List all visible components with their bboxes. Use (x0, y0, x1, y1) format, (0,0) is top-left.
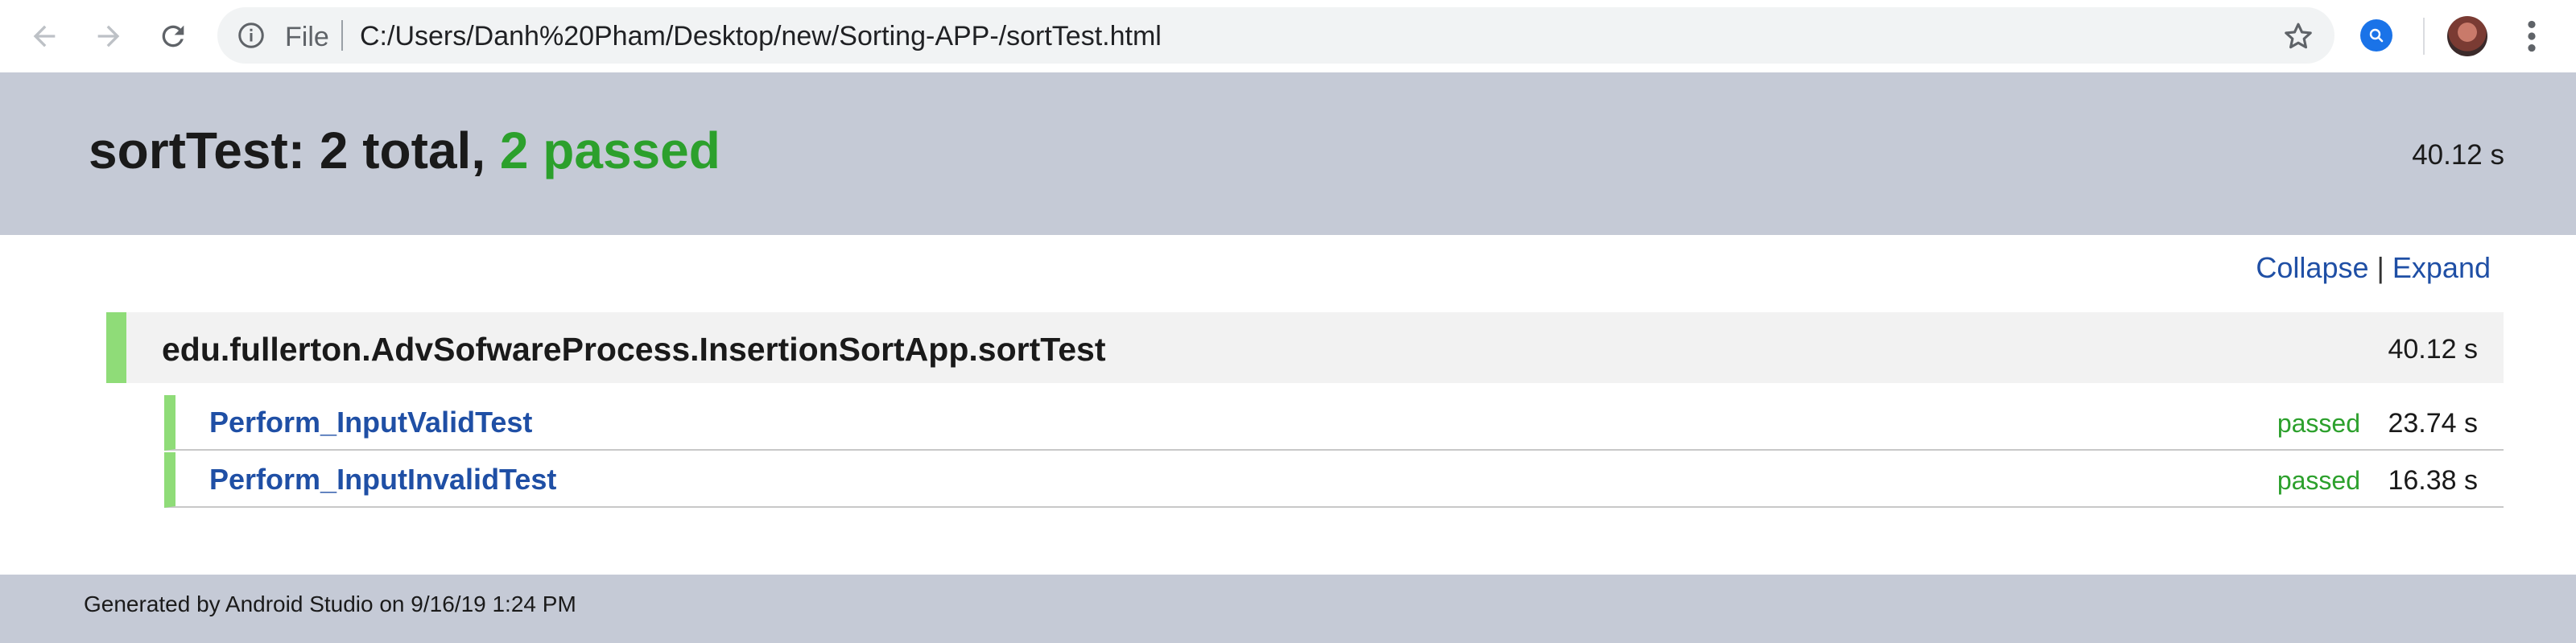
forward-button[interactable] (89, 16, 129, 56)
back-button[interactable] (24, 16, 64, 56)
expand-link[interactable]: Expand (2392, 251, 2491, 284)
search-icon (2369, 28, 2384, 43)
address-scheme-label: File (285, 22, 329, 52)
footer-text: Generated by Android Studio on 9/16/19 1… (84, 591, 576, 616)
footer: Generated by Android Studio on 9/16/19 1… (0, 575, 2576, 643)
page-title: sortTest: 2 total, 2 passed (89, 122, 720, 179)
suite-name: edu.fullerton.AdvSofwareProcess.Insertio… (162, 331, 1106, 368)
star-icon[interactable] (2281, 19, 2315, 53)
toolbar-divider (2423, 18, 2425, 55)
title-total: sortTest: 2 total, (89, 122, 486, 179)
avatar[interactable] (2447, 16, 2487, 56)
reload-button[interactable] (153, 16, 193, 56)
test-duration: 23.74 s (2388, 408, 2478, 439)
title-passed-count: 2 passed (499, 122, 720, 179)
test-status: passed (2277, 466, 2360, 495)
menu-dots-icon[interactable] (2520, 16, 2544, 56)
expand-collapse-controls: Collapse | Expand (2256, 251, 2491, 285)
total-duration: 40.12 s (2412, 139, 2504, 171)
test-name-link[interactable]: Perform_InputValidTest (209, 406, 532, 439)
address-divider (341, 20, 343, 51)
summary-header: sortTest: 2 total, 2 passed 40.12 s (0, 72, 2576, 235)
test-name-link[interactable]: Perform_InputInvalidTest (209, 463, 556, 497)
test-row: Perform_InputValidTest passed 23.74 s (164, 395, 2504, 451)
collapse-link[interactable]: Collapse (2256, 251, 2368, 284)
address-bar[interactable]: File C:/Users/Danh%20Pham/Desktop/new/So… (217, 7, 2334, 64)
test-suite-row[interactable]: edu.fullerton.AdvSofwareProcess.Insertio… (106, 312, 2504, 383)
back-arrow-icon (33, 25, 56, 47)
info-icon[interactable] (237, 21, 266, 50)
reload-icon (162, 25, 184, 47)
test-row: Perform_InputInvalidTest passed 16.38 s (164, 452, 2504, 508)
address-url[interactable]: C:/Users/Danh%20Pham/Desktop/new/Sorting… (360, 23, 1162, 50)
test-status: passed (2277, 409, 2360, 438)
suite-duration: 40.12 s (2388, 334, 2478, 365)
link-separator: | (2376, 251, 2384, 284)
forward-arrow-icon (97, 25, 120, 47)
test-duration: 16.38 s (2388, 465, 2478, 496)
browser-toolbar: File C:/Users/Danh%20Pham/Desktop/new/So… (0, 0, 2576, 73)
extension-icon[interactable] (2360, 19, 2392, 52)
